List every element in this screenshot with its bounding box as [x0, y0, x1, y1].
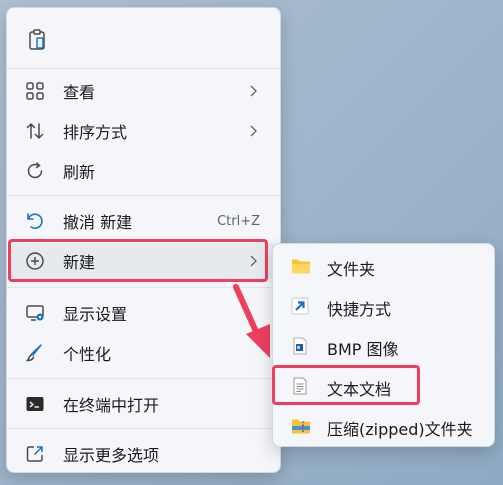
menu-item-label: 排序方式 — [63, 123, 128, 142]
brush-icon — [25, 343, 45, 363]
submenu-item-label: 文件夹 — [327, 260, 376, 279]
submenu-item-folder[interactable]: 文件夹 — [277, 247, 490, 285]
sort-icon — [25, 121, 45, 141]
submenu-item-shortcut[interactable]: 快捷方式 — [277, 287, 490, 325]
menu-item-label: 刷新 — [63, 163, 96, 182]
undo-icon — [25, 211, 45, 231]
submenu-item-bmp[interactable]: BMP 图像 — [277, 327, 490, 365]
submenu-item-label: 快捷方式 — [327, 300, 392, 319]
paste-button[interactable] — [11, 20, 276, 58]
separator — [7, 378, 280, 379]
bmp-image-icon — [291, 337, 309, 355]
grid-icon — [25, 81, 45, 101]
menu-item-refresh[interactable]: 刷新 — [11, 153, 276, 189]
new-submenu: 文件夹 快捷方式 BMP 图像 文本文档 压缩(zipped)文件夹 — [272, 243, 495, 447]
highlight-box-text-document — [272, 365, 420, 405]
separator — [7, 428, 280, 429]
separator — [7, 68, 280, 69]
shortcut-arrow-icon — [291, 297, 309, 315]
more-options-icon — [25, 444, 45, 464]
clipboard-icon — [27, 29, 47, 50]
zip-folder-icon — [291, 417, 310, 435]
chevron-right-icon — [246, 84, 260, 98]
menu-item-undo[interactable]: 撤消 新建 Ctrl+Z — [11, 203, 276, 239]
menu-item-view[interactable]: 查看 — [11, 73, 276, 109]
separator — [7, 195, 280, 196]
refresh-icon — [25, 161, 45, 181]
menu-item-label: 显示设置 — [63, 305, 128, 324]
submenu-item-label: BMP 图像 — [327, 340, 399, 359]
menu-item-sort[interactable]: 排序方式 — [11, 113, 276, 149]
folder-icon — [291, 257, 310, 275]
highlight-box-new — [8, 239, 268, 282]
menu-item-label: 撤消 新建 — [63, 213, 133, 232]
shortcut-label: Ctrl+Z — [217, 213, 260, 229]
menu-item-more-options[interactable]: 显示更多选项 — [11, 436, 276, 472]
menu-item-label: 个性化 — [63, 345, 112, 364]
submenu-item-zip-folder[interactable]: 压缩(zipped)文件夹 — [277, 407, 490, 445]
menu-item-label: 显示更多选项 — [63, 446, 160, 465]
menu-item-label: 查看 — [63, 83, 96, 102]
chevron-right-icon — [246, 124, 260, 138]
menu-item-label: 在终端中打开 — [63, 396, 160, 415]
display-settings-icon — [25, 303, 45, 323]
menu-item-open-terminal[interactable]: 在终端中打开 — [11, 386, 276, 422]
submenu-item-label: 压缩(zipped)文件夹 — [327, 420, 473, 439]
terminal-icon — [25, 394, 45, 414]
